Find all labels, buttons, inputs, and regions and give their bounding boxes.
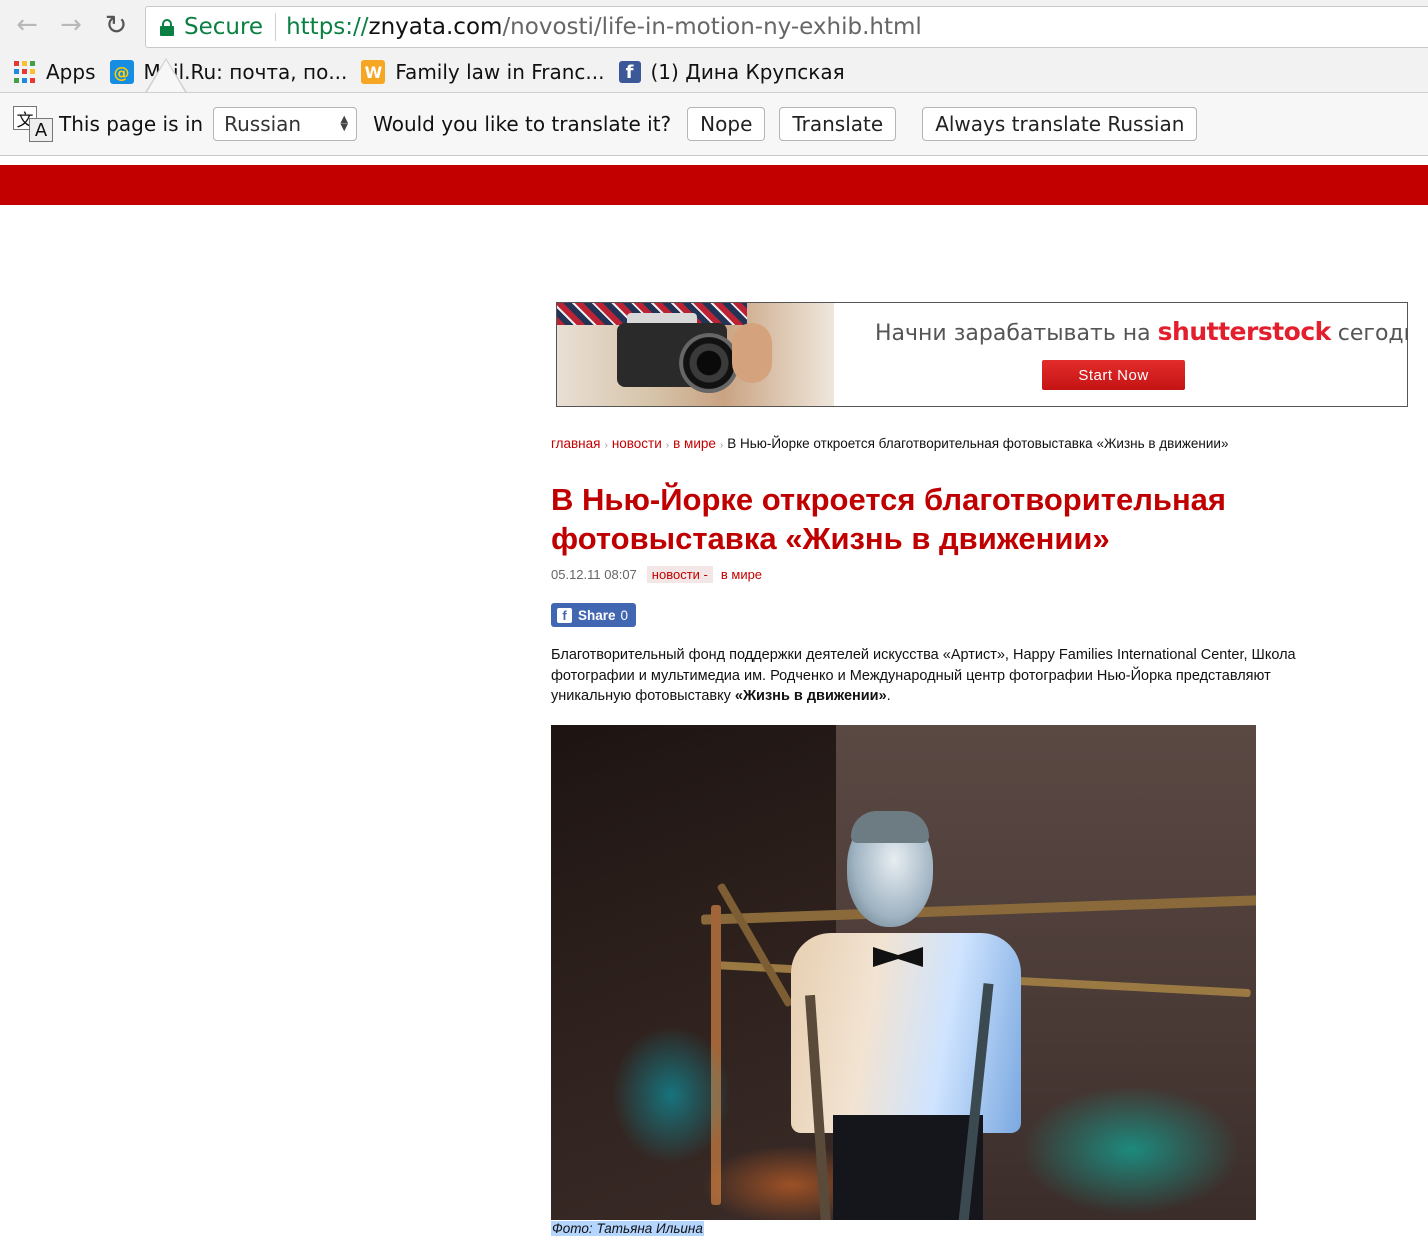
bookmark-facebook[interactable]: f (1) Дина Крупская [618, 60, 845, 84]
ad-text: Начни зарабатывать на shutterstock сегод… [875, 317, 1407, 346]
translate-bar: 文A This page is in Russian ▲ ▼ Would you … [0, 92, 1428, 156]
bookmark-family-law[interactable]: W Family law in Franc... [361, 60, 605, 84]
tag-world-link[interactable]: в мире [721, 567, 762, 582]
reload-icon[interactable]: ↻ [101, 10, 131, 41]
ad-start-now-button[interactable]: Start Now [1042, 360, 1185, 390]
forward-arrow-icon[interactable]: → [56, 10, 86, 40]
browser-toolbar: ← → ↻ Secure https:// znyata.com /novost… [0, 0, 1428, 52]
article-title: В Нью-Йорке откроется благотворительная … [551, 482, 1227, 556]
facebook-icon: f [618, 61, 641, 83]
translate-button[interactable]: Translate [779, 107, 897, 141]
translate-question: Would you like to translate it? [373, 112, 672, 136]
back-arrow-icon[interactable]: ← [12, 10, 42, 40]
breadcrumb-separator-icon: › [604, 440, 608, 451]
language-select-value: Russian [224, 112, 302, 136]
bookmark-label: Apps [46, 60, 96, 84]
language-select[interactable]: Russian ▲ ▼ [213, 107, 358, 141]
facebook-share-button[interactable]: f Share 0 [551, 603, 636, 627]
breadcrumb: главная › новости › в мире › В Нью-Йорке откро… [551, 436, 1228, 451]
nope-button[interactable]: Nope [687, 107, 766, 141]
mailru-icon: @ [109, 60, 134, 84]
facebook-icon: f [557, 607, 572, 623]
bookmark-label: Family law in Franc... [395, 60, 605, 84]
share-count: 0 [620, 607, 629, 623]
url-scheme: https:// [286, 14, 369, 40]
address-bar[interactable]: Secure https:// znyata.com /novosti/life… [145, 6, 1428, 48]
secure-label: Secure [184, 14, 264, 40]
translate-icon: 文A [13, 104, 53, 144]
share-label: Share [578, 607, 616, 623]
address-separator [275, 13, 277, 41]
translate-prefix: This page is in [59, 112, 204, 136]
w-favicon-icon: W [361, 60, 386, 84]
article-lead-text: Благотворительный фонд поддержки деятеле… [551, 647, 1296, 704]
breadcrumb-current: В Нью-Йорке откроется благотворительная … [727, 436, 1229, 451]
article-date: 05.12.11 08:07 [551, 567, 637, 582]
translate-bubble-pointer-fill [146, 60, 186, 94]
bookmarks-bar: Apps @ Mail.Ru: почта, по... W Family la… [0, 52, 1428, 92]
shutterstock-logo: shutterstock [1157, 317, 1332, 346]
bookmark-label: (1) Дина Крупская [650, 60, 845, 84]
article-lead: Благотворительный фонд поддержки деятеле… [551, 645, 1351, 707]
ad-camera-image [557, 303, 834, 406]
breadcrumb-home-link[interactable]: главная [551, 436, 600, 451]
article-meta: 05.12.11 08:07 новости - в мире [551, 566, 762, 583]
site-header-bar [0, 165, 1428, 205]
breadcrumb-world-link[interactable]: в мире [673, 436, 716, 451]
lock-icon [160, 19, 174, 36]
tag-news-link[interactable]: новости - [646, 566, 713, 583]
apps-grid-icon [14, 61, 36, 83]
ad-text-before: Начни зарабатывать на [875, 321, 1151, 346]
bookmark-apps[interactable]: Apps [0, 60, 96, 84]
article-photo [551, 725, 1256, 1220]
article-lead-end: . [886, 688, 891, 704]
photo-caption: Фото: Татьяна Ильина [551, 1221, 704, 1236]
breadcrumb-separator-icon: › [665, 440, 670, 451]
article-lead-bold: «Жизнь в движении» [734, 688, 887, 704]
ad-text-after: сегодня [1337, 321, 1407, 346]
always-translate-button[interactable]: Always translate Russian [922, 107, 1198, 141]
shutterstock-ad-banner[interactable]: Начни зарабатывать на shutterstock сегод… [556, 302, 1408, 407]
url-domain: znyata.com [368, 14, 503, 40]
breadcrumb-separator-icon: › [719, 440, 724, 451]
breadcrumb-news-link[interactable]: новости [612, 436, 662, 451]
url-path: /novosti/life-in-motion-ny-exhib.html [502, 14, 922, 40]
select-arrows-icon: ▲ ▼ [340, 114, 349, 133]
